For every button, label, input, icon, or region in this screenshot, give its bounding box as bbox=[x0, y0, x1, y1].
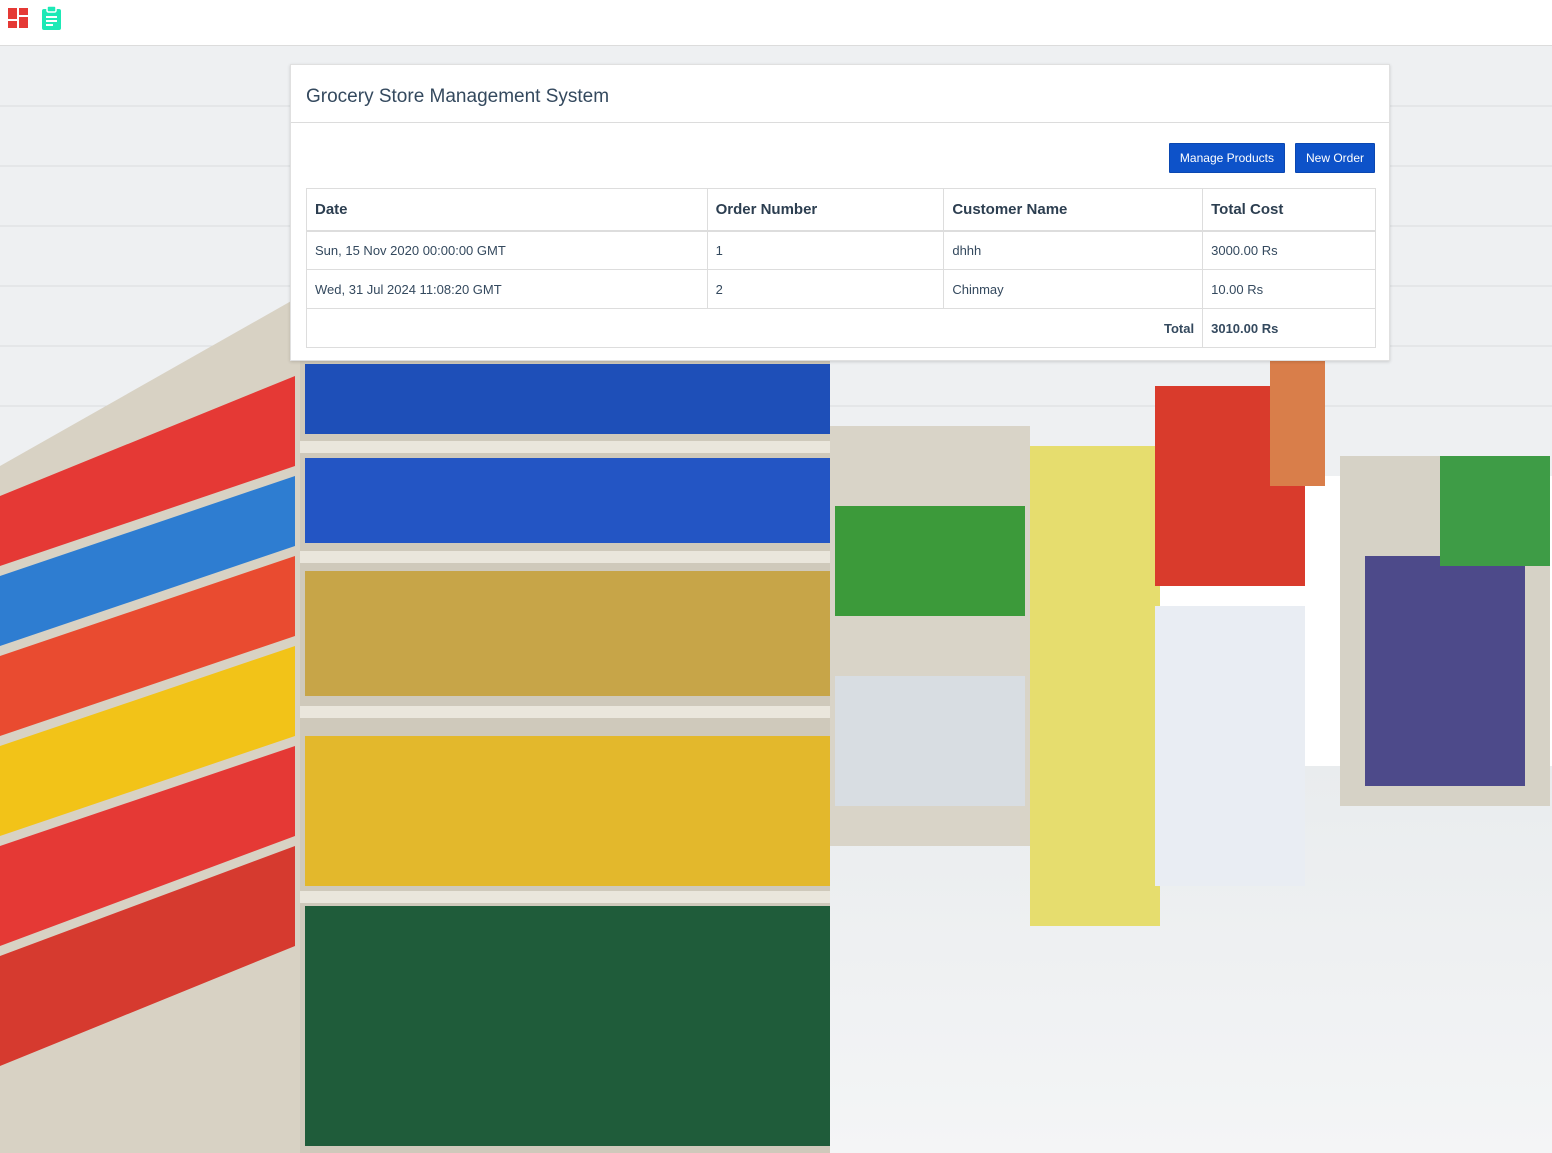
order-total-cost: 10.00 Rs bbox=[1202, 269, 1376, 309]
table-total-row: Total 3010.00 Rs bbox=[305, 308, 1376, 348]
action-buttons: Manage Products New Order bbox=[1168, 143, 1375, 173]
order-number: 1 bbox=[706, 230, 945, 270]
column-header-customer-name: Customer Name bbox=[943, 188, 1204, 232]
column-header-order-number: Order Number bbox=[706, 188, 945, 232]
order-number: 2 bbox=[706, 269, 945, 309]
manage-products-button[interactable]: Manage Products bbox=[1168, 143, 1285, 173]
table-header-row: Date Order Number Customer Name Total Co… bbox=[306, 188, 1376, 232]
customer-name: dhhh bbox=[943, 230, 1204, 270]
page-title: Grocery Store Management System bbox=[306, 86, 610, 107]
order-date: Sun, 15 Nov 2020 00:00:00 GMT bbox=[306, 230, 708, 270]
order-date: Wed, 31 Jul 2024 11:08:20 GMT bbox=[306, 269, 708, 309]
total-label: Total bbox=[305, 308, 1204, 348]
new-order-button[interactable]: New Order bbox=[1294, 143, 1375, 173]
grand-total-value: 3010.00 Rs bbox=[1202, 308, 1376, 348]
table-row: Wed, 31 Jul 2024 11:08:20 GMT 2 Chinmay … bbox=[306, 269, 1376, 309]
panel-heading: Grocery Store Management System bbox=[291, 65, 1389, 123]
table-row: Sun, 15 Nov 2020 00:00:00 GMT 1 dhhh 300… bbox=[306, 230, 1376, 270]
top-toolbar bbox=[0, 0, 1552, 46]
orders-panel: Grocery Store Management System Manage P… bbox=[290, 64, 1390, 361]
column-header-date: Date bbox=[306, 188, 708, 232]
orders-table: Date Order Number Customer Name Total Co… bbox=[305, 188, 1376, 348]
clipboard-icon[interactable] bbox=[41, 5, 62, 30]
column-header-total-cost: Total Cost bbox=[1202, 188, 1376, 232]
order-total-cost: 3000.00 Rs bbox=[1202, 230, 1376, 270]
customer-name: Chinmay bbox=[943, 269, 1204, 309]
dashboard-icon[interactable] bbox=[8, 8, 28, 28]
